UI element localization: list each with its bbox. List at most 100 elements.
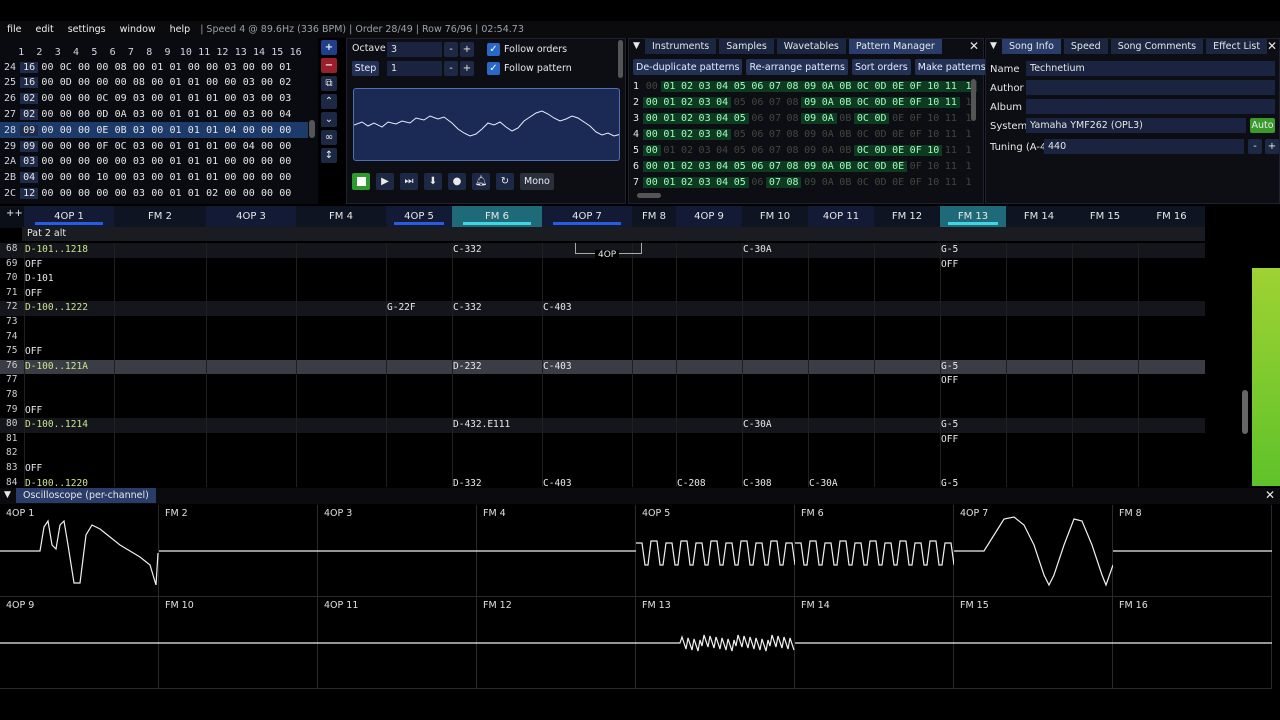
pattern-cell[interactable]: 04 [713,145,731,156]
order-cell[interactable]: 03 [221,62,239,73]
pattern-cell[interactable]: D-332 [453,478,482,487]
album-input[interactable] [1026,99,1275,114]
pattern-cell[interactable]: 01 [661,145,679,156]
pattern-cell[interactable]: 11 [942,177,960,188]
order-cell[interactable]: 00 [258,172,276,183]
pattern-cell[interactable]: 11 [942,129,960,140]
pattern-cell[interactable]: 03 [695,128,714,140]
pattern-cell[interactable]: 08 [784,113,802,124]
order-cell[interactable]: 00 [185,62,203,73]
order-row[interactable]: 2A 03 00 00 00 00 00 03 00 01 01 01 00 00 00 00 [0,154,308,170]
order-cell[interactable]: 0D [57,77,75,88]
tracker-scrollbar[interactable] [1242,390,1248,434]
order-cell[interactable]: 01 [148,62,166,73]
octave-input[interactable]: 3 [387,42,442,57]
order-cell[interactable]: 01 [185,172,203,183]
metronome-icon[interactable]: 🔔︎ [472,173,490,190]
remove-order-icon[interactable]: − [321,58,337,73]
order-cell[interactable]: 00 [111,172,129,183]
pattern-cell[interactable]: 0B [837,145,855,156]
tracker-row[interactable]: 81 OFF [0,432,1205,448]
order-cell[interactable]: 00 [148,77,166,88]
order-cell[interactable]: 01 [166,156,184,167]
pattern-cell[interactable]: 07 [766,80,784,92]
order-row[interactable]: 24 16 00 0C 00 00 08 00 01 01 00 00 03 00 00 01 [0,59,308,75]
channel-header[interactable]: 4OP 7 [542,206,632,227]
order-cell[interactable]: 03 [276,93,294,104]
tuning-input[interactable]: 440 [1044,139,1244,154]
pattern-cell[interactable]: 0D [871,160,890,172]
pattern-cell[interactable]: 03 [695,80,714,92]
pattern-cell[interactable]: 1 [960,145,978,156]
pattern-cell[interactable]: C-208 [677,478,706,487]
order-cell[interactable]: 04 [240,141,258,152]
play-pattern-icon[interactable]: ⏭ [400,173,418,190]
order-row[interactable]: 29 09 00 00 00 0F 0C 03 00 01 01 01 00 04 00 00 [0,138,308,154]
order-cell[interactable]: 01 [203,141,221,152]
pattern-cell[interactable]: 03 [695,112,714,124]
pattern-cell[interactable]: 0A [818,80,837,92]
mono-button[interactable]: Mono [520,173,554,190]
menu-settings[interactable]: settings [61,24,113,35]
order-cell[interactable]: 00 [57,109,75,120]
order-cell[interactable]: 00 [57,156,75,167]
order-cell[interactable]: 00 [276,172,294,183]
pattern-cell[interactable]: 0A [819,145,837,156]
channel-header[interactable]: 4OP 9 [676,206,742,227]
order-cell[interactable]: 01 [166,172,184,183]
order-cell[interactable]: 00 [258,141,276,152]
order-cell[interactable]: 01 [276,62,294,73]
pattern-cell[interactable]: 05 [730,80,749,92]
pattern-cell[interactable]: OFF [25,405,42,416]
order-cell[interactable]: 03 [240,109,258,120]
order-cell[interactable]: 10 [93,172,111,183]
pattern-cell[interactable]: 0C [854,160,872,172]
order-cell[interactable]: 00 [38,156,56,167]
order-cell[interactable]: 00 [75,109,93,120]
order-cell[interactable]: 00 [38,172,56,183]
pm-hscrollbar[interactable] [637,193,661,198]
order-cell[interactable]: 00 [221,172,239,183]
pattern-cell[interactable]: 10 [924,80,943,92]
order-cell[interactable]: 04 [221,125,239,136]
order-cell[interactable]: 00 [75,188,93,199]
pattern-cell[interactable]: 0E [889,129,907,140]
system-input[interactable]: Yamaha YMF262 (OPL3) [1026,118,1246,133]
pattern-cell[interactable]: OFF [25,463,42,474]
pattern-cell[interactable]: 09 [801,129,819,140]
expand-icon[interactable]: ++ [6,208,23,219]
pattern-cell[interactable]: 07 [766,97,784,108]
order-row[interactable]: 26 02 00 00 00 0C 09 03 00 01 01 01 00 03 00 03 [0,91,308,107]
order-cell[interactable]: 00 [93,77,111,88]
order-cell[interactable]: 01 [166,109,184,120]
pattern-cell[interactable]: 0D [872,177,890,188]
pattern-cell[interactable]: 0C [854,112,872,124]
order-cell[interactable]: 00 [221,156,239,167]
tracker-row[interactable]: 71 OFF [0,286,1205,302]
order-cell[interactable]: 01 [203,156,221,167]
order-cell[interactable]: 00 [148,109,166,120]
pattern-cell[interactable]: 09 [801,177,819,188]
order-cell[interactable]: 00 [276,188,294,199]
move-down-icon[interactable]: ⌄ [321,112,337,127]
order-cell[interactable]: 01 [203,93,221,104]
menu-help[interactable]: help [163,24,198,35]
tab-samples[interactable]: Samples [719,39,774,54]
order-cell[interactable]: 00 [203,77,221,88]
order-cell[interactable]: 01 [166,77,184,88]
tracker-row[interactable]: 80 D-100..1214 D-432.E111 C-30A G-5 [0,418,1205,433]
order-cell[interactable]: 00 [276,141,294,152]
pattern-cell[interactable]: 0D [871,112,890,124]
pattern-cell[interactable]: 00 [643,176,661,188]
pattern-cell[interactable]: 0B [837,113,855,124]
close-icon[interactable]: ✕ [1267,39,1277,53]
tab-speed[interactable]: Speed [1063,39,1108,54]
pattern-cell[interactable]: 00 [643,144,661,156]
order-cell[interactable]: 00 [75,125,93,136]
order-cell[interactable]: 00 [240,125,258,136]
pattern-cell[interactable]: 02 [678,96,696,108]
order-cell[interactable]: 16 [20,77,39,89]
order-cell[interactable]: 00 [93,188,111,199]
channel-header[interactable]: FM 15 [1072,206,1138,227]
pattern-cell[interactable]: 06 [749,129,767,140]
